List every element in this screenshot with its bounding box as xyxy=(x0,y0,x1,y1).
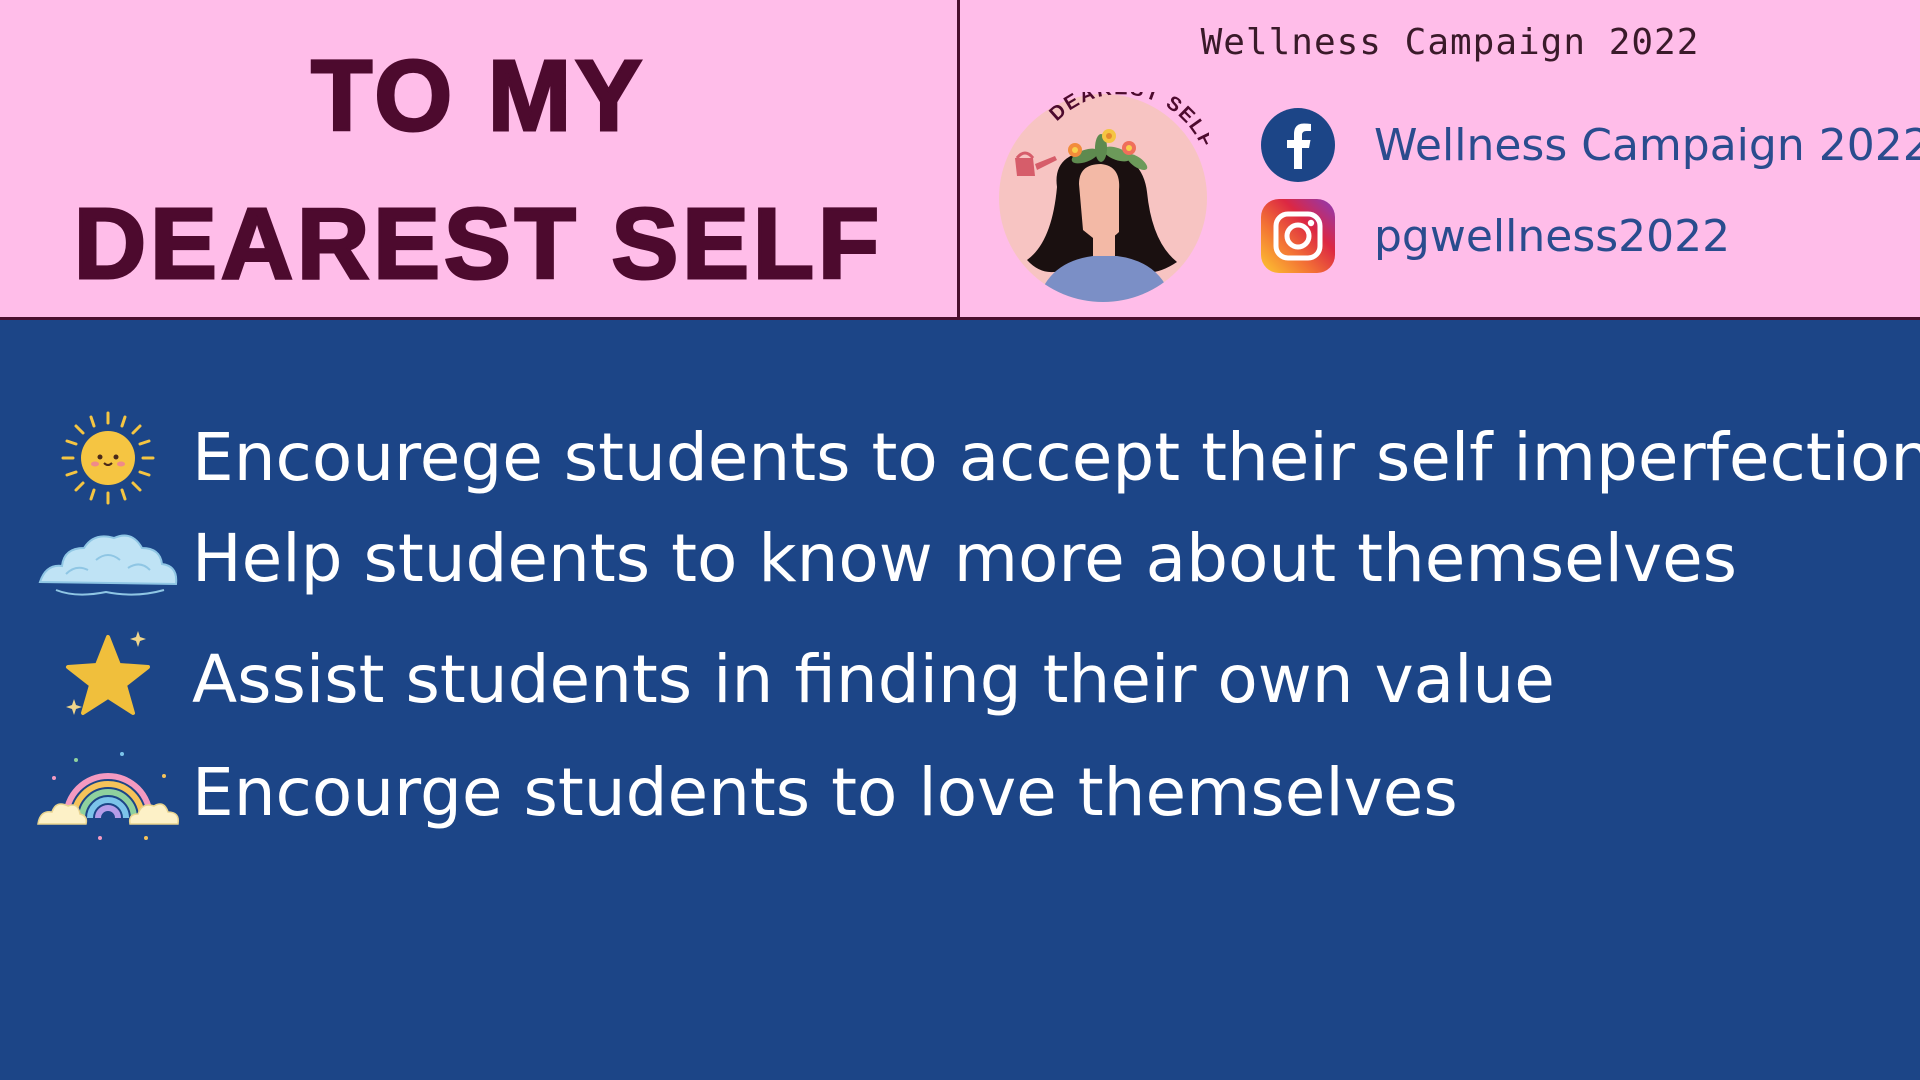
goal-item: Help students to know more about themsel… xyxy=(0,504,1920,614)
instagram-icon xyxy=(1261,199,1335,273)
instagram-link[interactable]: pgwellness2022 xyxy=(1260,198,1730,274)
title-line-1: TO MY xyxy=(310,39,646,154)
header-panel: TO MY DEAREST SELF Wellness Campaign 202… xyxy=(0,0,1920,320)
goal-item: Encourege students to accept their self … xyxy=(0,403,1920,513)
facebook-label: Wellness Campaign 2022 xyxy=(1374,119,1920,171)
cloud-icon xyxy=(38,534,178,596)
rainbow-icon xyxy=(37,752,180,840)
page-title: TO MY DEAREST SELF xyxy=(0,22,957,318)
title-line-2: DEAREST SELF xyxy=(72,187,884,302)
goal-item: Encourge students to love themselves xyxy=(0,738,1920,848)
facebook-icon xyxy=(1261,108,1335,182)
goal-item: Assist students in finding their own val… xyxy=(0,625,1920,735)
goal-text: Encourge students to love themselves xyxy=(192,754,1458,831)
star-icon xyxy=(66,631,150,715)
header-divider xyxy=(957,0,960,320)
facebook-link[interactable]: Wellness Campaign 2022 xyxy=(1260,107,1920,183)
goal-text: Assist students in finding their own val… xyxy=(192,641,1555,718)
dearest-self-logo: DEAREST SELF xyxy=(999,92,1209,302)
campaign-label: Wellness Campaign 2022 xyxy=(1200,22,1700,63)
goal-text: Help students to know more about themsel… xyxy=(192,520,1738,597)
goal-text: Encourege students to accept their self … xyxy=(192,419,1920,496)
sun-icon xyxy=(61,411,155,505)
instagram-label: pgwellness2022 xyxy=(1374,210,1731,262)
